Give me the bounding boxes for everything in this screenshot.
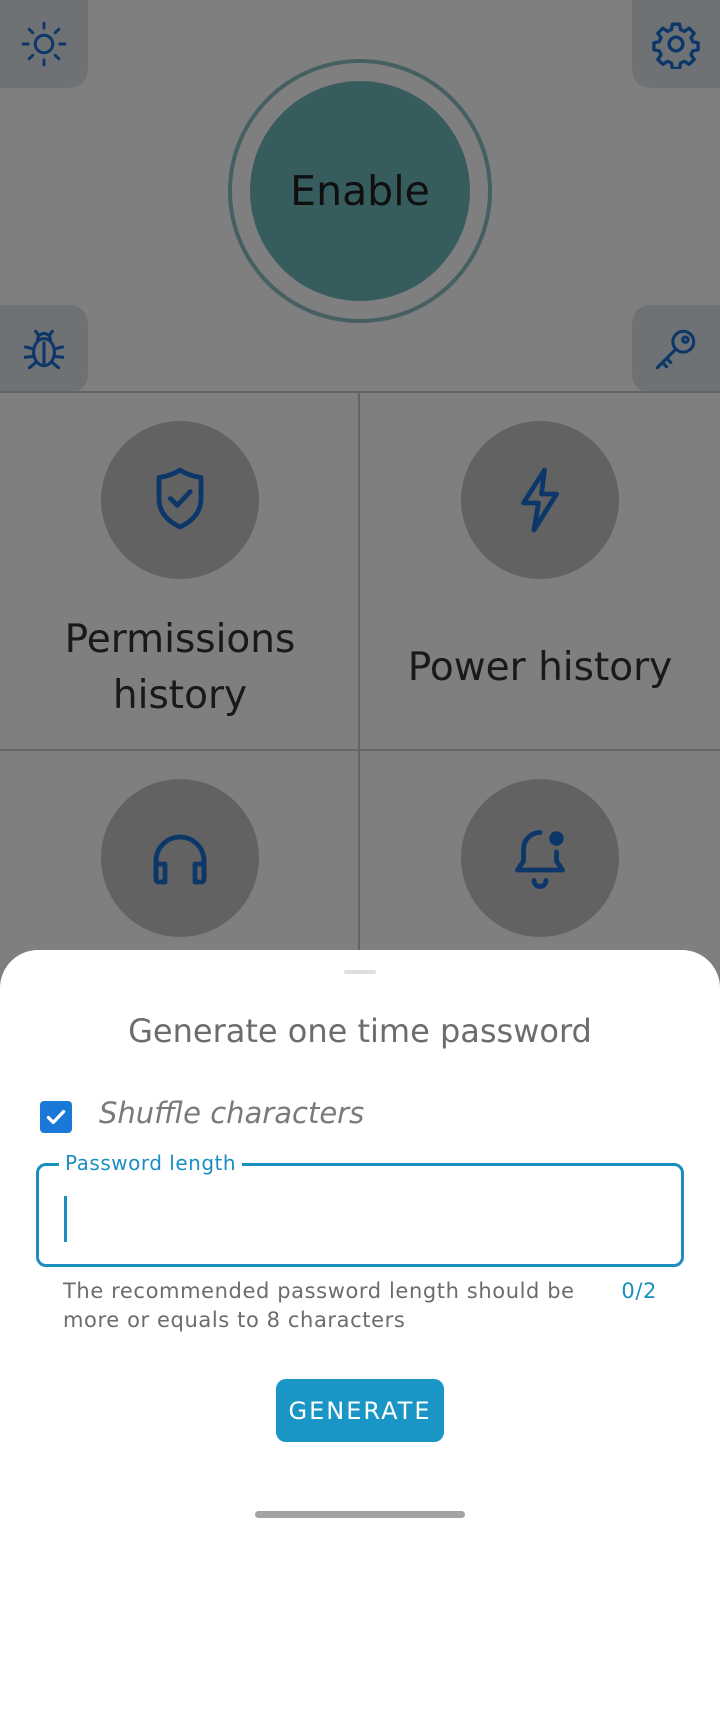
drag-handle[interactable]: [344, 970, 376, 974]
home-indicator[interactable]: [255, 1511, 465, 1518]
otp-bottom-sheet: Generate one time password Shuffle chara…: [0, 950, 720, 1712]
generate-label: GENERATE: [288, 1396, 432, 1425]
checkmark-icon: [46, 1109, 66, 1125]
text-cursor: [64, 1196, 67, 1242]
helper-text: The recommended password length should b…: [63, 1279, 575, 1332]
password-length-field[interactable]: Password length: [36, 1151, 684, 1267]
shuffle-label[interactable]: Shuffle characters: [99, 1096, 364, 1130]
password-length-label: Password length: [59, 1151, 243, 1175]
generate-button[interactable]: GENERATE: [276, 1379, 444, 1442]
password-length-input[interactable]: [61, 1190, 661, 1240]
sheet-title: Generate one time password: [128, 1012, 592, 1050]
shuffle-checkbox[interactable]: [40, 1101, 72, 1133]
character-counter: 0/2: [621, 1279, 657, 1303]
